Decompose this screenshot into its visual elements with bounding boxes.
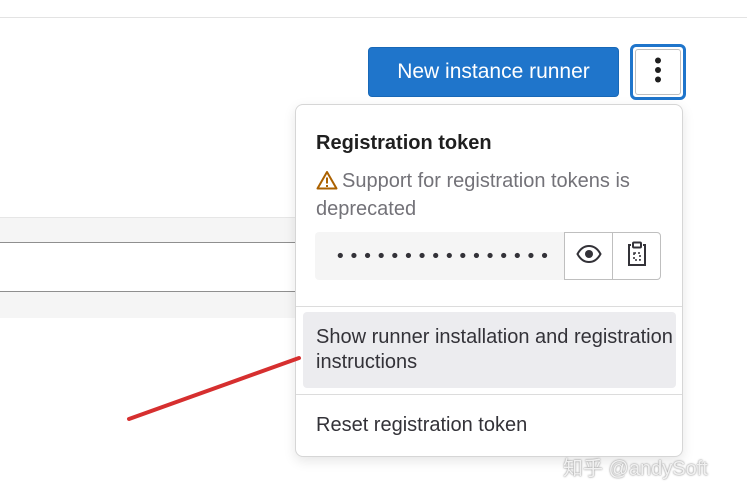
show-runner-instructions-item[interactable]: Show runner installation and registratio…: [303, 312, 676, 388]
menu-divider: [296, 394, 682, 395]
header-divider: [0, 17, 747, 18]
watermark: 知乎 @andySoft: [563, 458, 708, 480]
warning-text: Support for registration tokens is depre…: [316, 170, 630, 220]
deprecation-warning: Support for registration tokens is depre…: [316, 169, 671, 222]
clipboard-icon: [626, 241, 648, 272]
reset-registration-token-item[interactable]: Reset registration token: [303, 401, 676, 447]
copy-token-button[interactable]: [612, 232, 661, 280]
menu-divider: [296, 306, 682, 307]
registration-token-dropdown: Registration token Support for registrat…: [295, 104, 683, 457]
registration-token-field[interactable]: ••••••••••••••••: [315, 232, 564, 280]
background-field: [0, 242, 300, 292]
vertical-ellipsis-icon: [654, 57, 662, 88]
dropdown-title: Registration token: [316, 132, 492, 154]
new-instance-runner-button[interactable]: New instance runner: [368, 47, 619, 97]
warning-icon: [316, 170, 338, 197]
reveal-token-button[interactable]: [564, 232, 613, 280]
more-actions-button[interactable]: [630, 44, 686, 100]
eye-icon: [575, 244, 602, 268]
